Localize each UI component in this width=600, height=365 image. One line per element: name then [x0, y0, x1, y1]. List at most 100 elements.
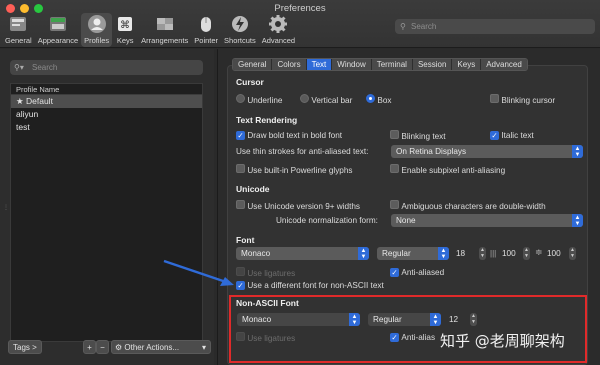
highlight-box [229, 295, 587, 363]
unicode-version-option[interactable]: Use Unicode version 9+ widths [236, 200, 360, 211]
remove-profile-button[interactable]: − [96, 340, 109, 354]
unicode-version-checkbox[interactable] [236, 200, 245, 209]
normalization-select[interactable]: None ▲ ▼ [391, 214, 583, 227]
add-profile-button[interactable]: + [83, 340, 96, 354]
bold-label: Draw bold text in bold font [247, 131, 343, 140]
bold-option[interactable]: ✓ Draw bold text in bold font [236, 130, 342, 140]
toolbar-arrangements-label: Arrangements [141, 36, 189, 45]
search-icon: ⚲ [400, 22, 406, 31]
cursor-box-option[interactable]: Box [366, 94, 391, 105]
tab-colors[interactable]: Colors [272, 59, 307, 70]
powerline-option[interactable]: Use built-in Powerline glyphs [236, 164, 353, 175]
tab-general[interactable]: General [233, 59, 273, 70]
font-style-select[interactable]: Regular ▲ ▼ [377, 247, 449, 260]
font-size-stepper[interactable]: ▲ ▼ [479, 247, 486, 260]
toolbar-appearance[interactable]: Appearance [35, 13, 81, 47]
tab-session[interactable]: Session [412, 59, 453, 70]
annotation-arrow-icon [163, 259, 234, 286]
vertical-spacing-stepper[interactable]: ▲ ▼ [569, 247, 576, 260]
gear-icon: ⚙ [115, 343, 123, 352]
text-rendering-heading: Text Rendering [236, 115, 298, 125]
tab-terminal[interactable]: Terminal [371, 59, 413, 70]
cursor-vertical-bar-option[interactable]: Vertical bar [300, 94, 352, 105]
powerline-label: Use built-in Powerline glyphs [247, 166, 353, 175]
font-family-select[interactable]: Monaco ▲ ▼ [236, 247, 369, 260]
anti-aliased-label: Anti-aliased [401, 268, 445, 277]
preferences-toolbar: General Appearance Profiles ⌘ Keys Arran… [2, 13, 298, 47]
underline-radio[interactable] [236, 94, 245, 103]
unicode-heading: Unicode [236, 184, 270, 194]
toolbar-arrangements[interactable]: Arrangements [138, 13, 191, 47]
font-size-value[interactable]: 18 [456, 247, 465, 260]
italic-checkbox[interactable]: ✓ [490, 131, 499, 140]
anti-aliased-checkbox[interactable]: ✓ [390, 268, 399, 277]
subpixel-option[interactable]: Enable subpixel anti-aliasing [390, 164, 505, 175]
vertical-spacing-value[interactable]: 100 [547, 247, 561, 260]
list-item[interactable]: ★ Default [11, 95, 202, 108]
default-star-icon: ★ [16, 96, 24, 106]
blinking-text-checkbox[interactable] [390, 130, 399, 139]
watermark: 知乎 @老周聊架构 [440, 332, 565, 350]
italic-label: Italic text [501, 131, 534, 140]
normalization-value: None [396, 216, 416, 225]
tags-button[interactable]: Tags > [8, 340, 42, 354]
toolbar-pointer[interactable]: Pointer [191, 13, 221, 47]
blinking-cursor-option[interactable]: Blinking cursor [490, 94, 555, 105]
svg-text:⌘: ⌘ [120, 20, 130, 31]
thin-strokes-select[interactable]: On Retina Displays ▲ ▼ [391, 145, 583, 158]
horizontal-spacing-value[interactable]: 100 [502, 247, 516, 260]
ambiguous-width-checkbox[interactable] [390, 200, 399, 209]
preferences-search-input[interactable]: Search [395, 19, 595, 34]
chevron-updown-icon: ▲ ▼ [572, 214, 583, 227]
font-style-value: Regular [382, 249, 411, 258]
general-icon [8, 14, 28, 34]
subpixel-checkbox[interactable] [390, 164, 399, 173]
ligatures-option[interactable]: Use ligatures [236, 267, 295, 278]
cursor-underline-option[interactable]: Underline [236, 94, 282, 105]
box-radio[interactable] [366, 94, 375, 103]
profile-name-header: Profile Name [11, 84, 202, 95]
toolbar-general-label: General [5, 36, 32, 45]
profile-list: Profile Name ★ Default aliyun test [10, 83, 203, 342]
subpixel-label: Enable subpixel anti-aliasing [401, 166, 506, 175]
blinking-text-option[interactable]: Blinking text [390, 130, 446, 141]
bold-checkbox[interactable]: ✓ [236, 131, 245, 140]
anti-aliased-option[interactable]: ✓ Anti-aliased [390, 267, 444, 277]
toolbar-pointer-label: Pointer [194, 36, 219, 45]
horizontal-spacing-stepper[interactable]: ▲ ▼ [523, 247, 530, 260]
toolbar-general[interactable]: General [2, 13, 35, 47]
box-label: Box [377, 96, 392, 105]
font-family-value: Monaco [241, 249, 271, 258]
ambiguous-width-label: Ambiguous characters are double-width [401, 202, 546, 211]
powerline-checkbox[interactable] [236, 164, 245, 173]
underline-label: Underline [247, 96, 283, 105]
tab-text[interactable]: Text [306, 59, 333, 70]
profiles-panel: Search ⚲▾ Profile Name ★ Default aliyun … [0, 49, 218, 365]
title-bar: Preferences General Appearance Profiles … [0, 0, 600, 48]
horizontal-spacing-icon: ||| [490, 249, 497, 258]
italic-option[interactable]: ✓ Italic text [490, 130, 534, 140]
blinking-cursor-checkbox[interactable] [490, 94, 499, 103]
profile-name: Default [26, 96, 53, 106]
profile-search-input[interactable]: Search [10, 60, 203, 75]
other-actions-button[interactable]: ⚙ Other Actions... ▾ [111, 340, 211, 354]
toolbar-shortcuts[interactable]: Shortcuts [221, 13, 259, 47]
toolbar-profiles[interactable]: Profiles [81, 13, 113, 47]
tab-advanced[interactable]: Advanced [481, 59, 527, 70]
thin-strokes-label: Use thin strokes for anti-aliased text: [236, 147, 369, 156]
vertical-bar-radio[interactable] [300, 94, 309, 103]
profile-name: test [16, 122, 30, 132]
toolbar-advanced[interactable]: Advanced [259, 13, 298, 47]
chevron-down-icon: ▾ [201, 343, 206, 352]
advanced-icon [268, 14, 288, 34]
tab-window[interactable]: Window [332, 59, 372, 70]
toolbar-profiles-label: Profiles [84, 36, 110, 45]
drag-handle-icon[interactable]: ⋮ [3, 204, 9, 211]
toolbar-keys[interactable]: ⌘ Keys [112, 13, 138, 47]
tab-keys[interactable]: Keys [452, 59, 482, 70]
list-item[interactable]: test [11, 121, 202, 134]
different-non-ascii-option[interactable]: ✓ Use a different font for non-ASCII tex… [236, 280, 384, 290]
list-item[interactable]: aliyun [11, 108, 202, 121]
ambiguous-width-option[interactable]: Ambiguous characters are double-width [390, 200, 546, 211]
profile-name: aliyun [16, 109, 39, 119]
